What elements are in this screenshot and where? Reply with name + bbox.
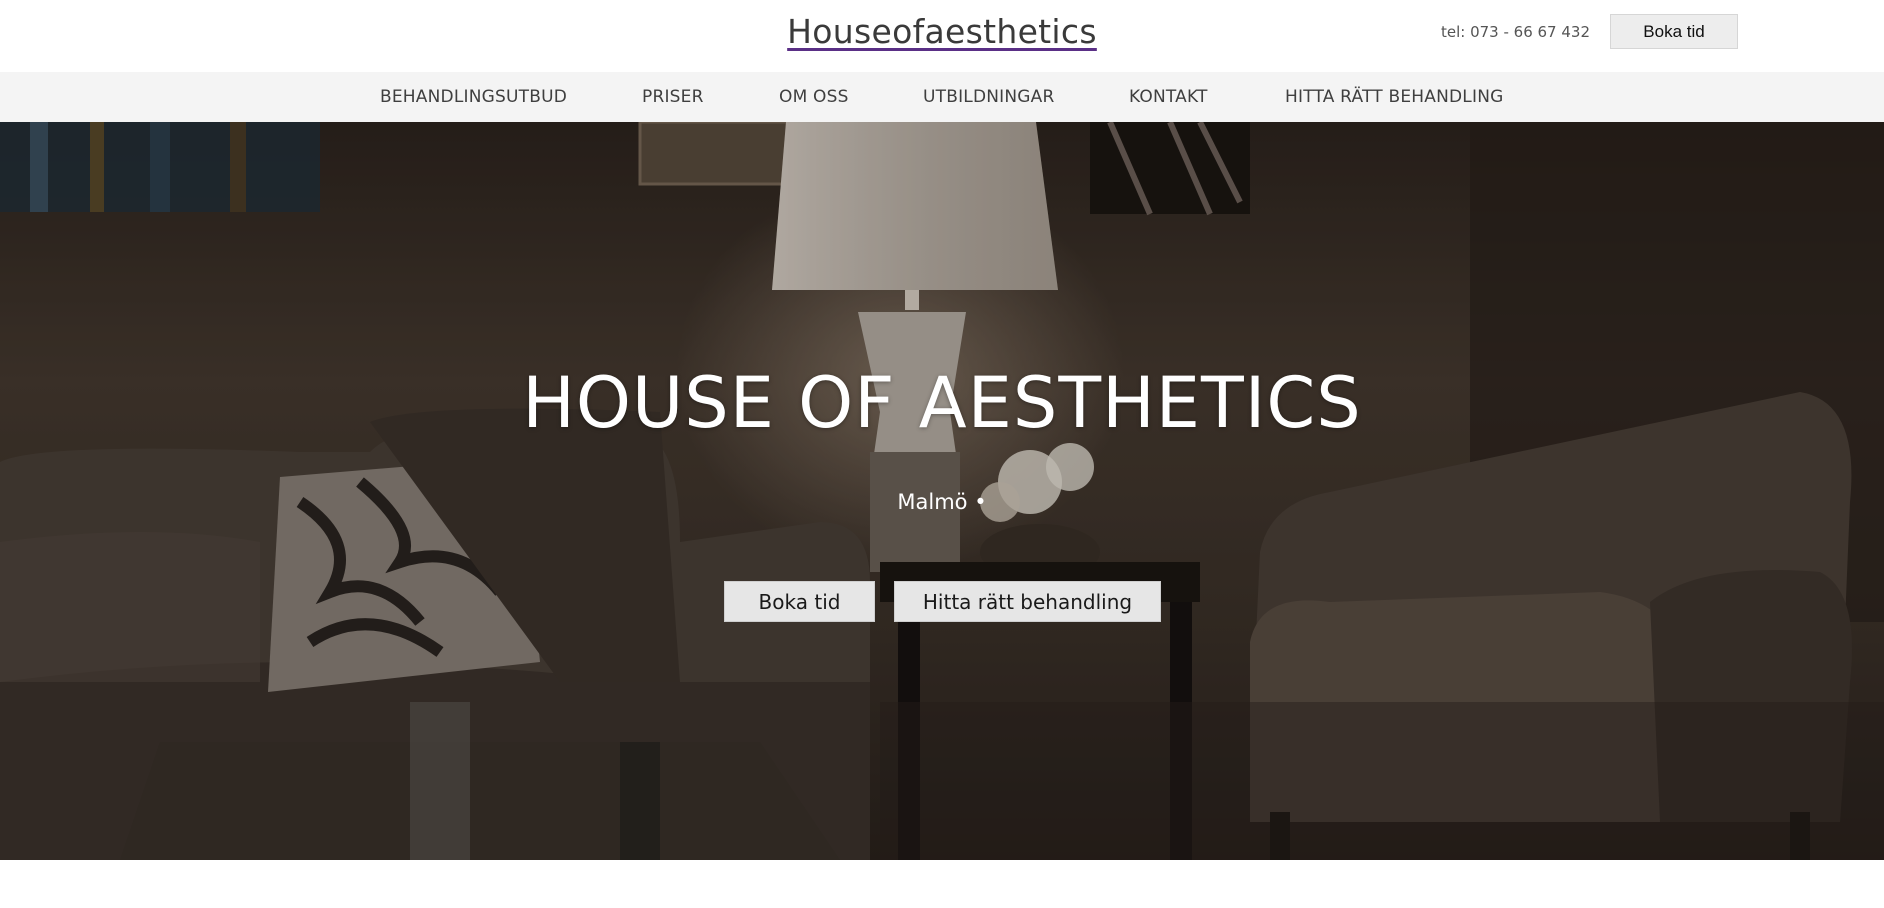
main-nav: BEHANDLINGSUTBUD PRISER OM OSS UTBILDNIN… (0, 72, 1884, 122)
logo-link[interactable]: Houseofaesthetics (787, 12, 1097, 51)
nav-item-utbildningar[interactable]: UTBILDNINGAR (923, 87, 1055, 107)
hero-find-treatment-button[interactable]: Hitta rätt behandling (894, 581, 1161, 622)
book-appointment-button[interactable]: Boka tid (1610, 14, 1738, 49)
hero-location: Malmö • (897, 490, 987, 514)
hero-section: HOUSE OF AESTHETICS Malmö • Boka tid Hit… (0, 122, 1884, 860)
site-header: Houseofaesthetics tel: 073 - 66 67 432 B… (0, 0, 1884, 72)
hero-title: HOUSE OF AESTHETICS (522, 362, 1362, 444)
page-bottom-area (0, 860, 1884, 908)
nav-item-kontakt[interactable]: KONTAKT (1129, 87, 1208, 107)
site-logo: Houseofaesthetics (0, 12, 1884, 51)
phone-number: tel: 073 - 66 67 432 (1440, 23, 1590, 41)
nav-item-behandlingsutbud[interactable]: BEHANDLINGSUTBUD (380, 87, 567, 107)
nav-item-om-oss[interactable]: OM OSS (779, 87, 849, 107)
nav-item-priser[interactable]: PRISER (642, 87, 704, 107)
hero-book-button[interactable]: Boka tid (724, 581, 875, 622)
nav-item-hitta-ratt-behandling[interactable]: HITTA RÄTT BEHANDLING (1285, 87, 1504, 107)
